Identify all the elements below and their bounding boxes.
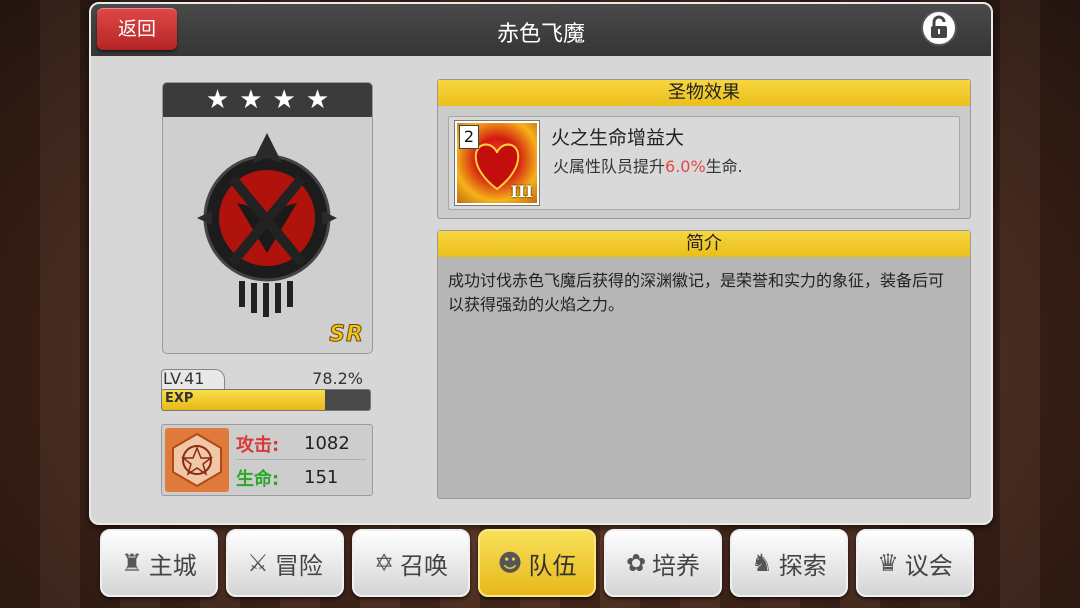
relic-effect-panel: 圣物效果 2 III 火之生命增益大 火属性队员提升6.0%生命. [437, 79, 971, 219]
relic-card[interactable]: ★ ★ ★ ★ SR [163, 83, 372, 353]
explore-icon: ♞ [751, 549, 773, 577]
exp-bar: EXP [161, 389, 371, 411]
content-area: ★ ★ ★ ★ SR LV.41 78.2% EXP 攻击: 1082 生命: … [91, 56, 991, 523]
star-icon: ★ [239, 85, 263, 115]
nav-button[interactable]: ✿ 培养 [604, 529, 722, 597]
attack-value: 1082 [304, 433, 350, 454]
pentagram-icon: ✡ [373, 549, 395, 577]
skill-desc-text: 火属性队员提升 [553, 157, 666, 176]
hp-label: 生命: [236, 469, 280, 490]
star-icon: ★ [205, 85, 230, 115]
nav-label: 议会 [904, 551, 953, 580]
crossed-swords-icon: ⚔ [247, 549, 269, 577]
nav-label: 探索 [778, 551, 827, 580]
rarity-badge: SR [329, 322, 364, 348]
nav-label: 冒险 [274, 551, 323, 580]
page-title: 赤色飞魔 [496, 22, 585, 47]
effect-header: 圣物效果 [438, 80, 970, 106]
skill-desc-value: 6.0% [665, 157, 706, 176]
skill-rank-badge: III [510, 182, 533, 201]
attack-row: 攻击: 1082 [236, 427, 366, 460]
intro-panel: 简介 成功讨伐赤色飞魔后获得的深渊徽记，是荣誉和实力的象征，装备后可以获得强劲的… [437, 230, 971, 499]
title-bar: 返回 赤色飞魔 [91, 4, 991, 56]
unlock-icon[interactable] [921, 10, 957, 46]
star-icon: ★ [272, 85, 296, 115]
nav-label: 队伍 [528, 551, 577, 580]
hp-value: 151 [304, 467, 339, 488]
nav-button[interactable]: ♜ 主城 [100, 529, 218, 597]
exp-label: EXP [165, 391, 194, 406]
intro-text: 成功讨伐赤色飞魔后获得的深渊徽记，是荣誉和实力的象征，装备后可以获得强劲的火焰之… [448, 271, 945, 314]
council-icon: ♛ [877, 549, 899, 577]
nurture-icon: ✿ [625, 549, 647, 577]
star-rating: ★ ★ ★ ★ [163, 83, 372, 117]
nav-label: 培养 [652, 551, 701, 580]
nav-button[interactable]: ☻ 队伍 [478, 529, 596, 597]
attack-label: 攻击: [236, 435, 280, 456]
level-label: LV.41 [163, 369, 205, 388]
relic-type-icon [165, 428, 229, 492]
skill-desc-suffix: 生命. [705, 157, 743, 176]
skill-level-badge: 2 [459, 125, 479, 149]
skill-description: 火属性队员提升6.0%生命. [553, 153, 743, 177]
nav-button[interactable]: ♛ 议会 [856, 529, 974, 597]
nav-button[interactable]: ⚔ 冒险 [226, 529, 344, 597]
nav-label: 主城 [148, 551, 197, 580]
castle-icon: ♜ [121, 549, 143, 577]
team-icon: ☻ [497, 549, 523, 577]
nav-button[interactable]: ✡ 召唤 [352, 529, 470, 597]
hp-row: 生命: 151 [236, 461, 366, 493]
bottom-nav: ♜ 主城 ⚔ 冒险 ✡ 召唤 ☻ 队伍 ✿ 培养 ♞ 探索 ♛ 议会 [100, 529, 982, 599]
intro-header: 简介 [438, 231, 970, 257]
star-icon: ★ [305, 85, 330, 115]
relic-emblem-image [197, 133, 337, 317]
skill-name: 火之生命增益大 [551, 127, 685, 149]
relic-detail-panel: 返回 赤色飞魔 ★ ★ ★ ★ SR LV.41 78.2% EXP 攻击: 1… [89, 2, 993, 525]
effect-entry: 2 III 火之生命增益大 火属性队员提升6.0%生命. [448, 116, 960, 210]
stats-box: 攻击: 1082 生命: 151 [161, 424, 373, 496]
nav-label: 召唤 [400, 551, 449, 580]
nav-button[interactable]: ♞ 探索 [730, 529, 848, 597]
fire-heart-skill-icon[interactable]: 2 III [455, 121, 539, 205]
exp-percent: 78.2% [312, 369, 363, 388]
level-exp: LV.41 78.2% EXP [161, 369, 371, 413]
